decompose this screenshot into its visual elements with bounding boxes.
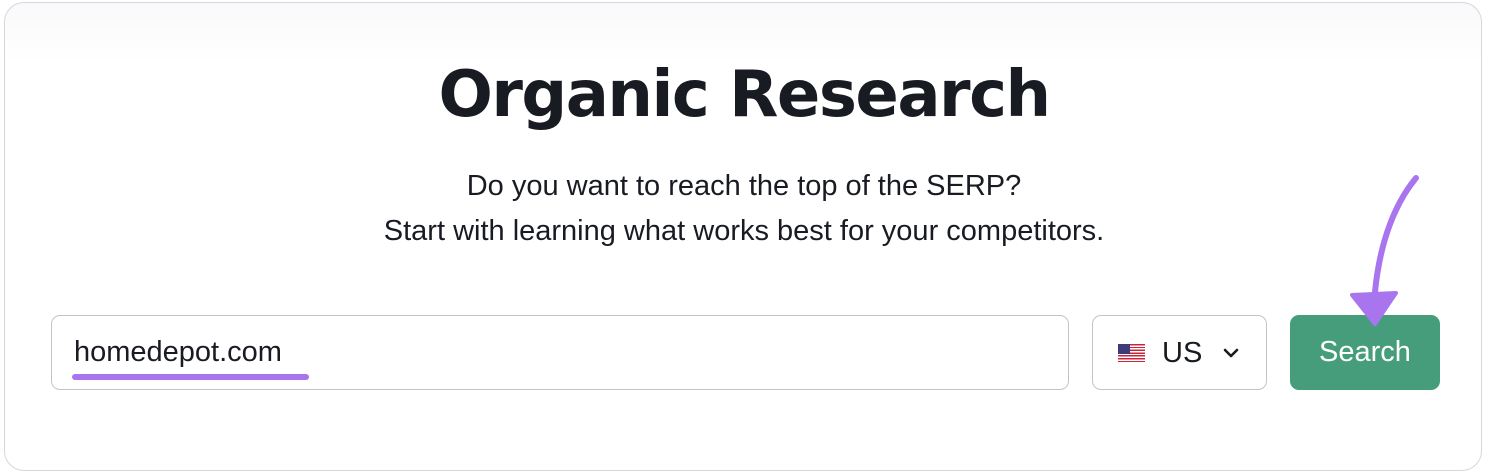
us-flag-icon — [1118, 344, 1145, 362]
domain-input[interactable]: homedepot.com — [51, 315, 1069, 390]
domain-highlight-underline — [72, 374, 309, 380]
subtitle-line-2: Start with learning what works best for … — [383, 215, 1105, 247]
database-select[interactable]: US — [1092, 315, 1267, 390]
annotation-arrow-icon — [1350, 175, 1419, 326]
domain-input-value: homedepot.com — [74, 336, 282, 368]
chevron-down-icon — [1223, 348, 1239, 358]
page-title: Organic Research — [438, 58, 1051, 132]
database-select-label: US — [1162, 337, 1203, 369]
subtitle-line-1: Do you want to reach the top of the SERP… — [466, 170, 1022, 202]
